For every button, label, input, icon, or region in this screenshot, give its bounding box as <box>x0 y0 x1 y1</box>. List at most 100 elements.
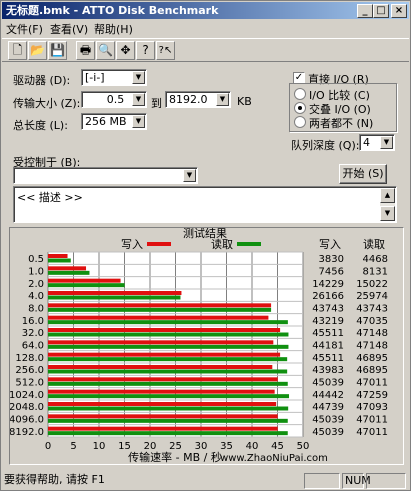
write-value: 44739 <box>312 402 344 413</box>
x-tick-label: 35 <box>220 441 233 452</box>
watermark-text: www.ZhaoNiuPai.com <box>220 453 328 464</box>
y-tick-label: 2048.0 <box>10 402 44 413</box>
x-tick-label: 50 <box>297 441 310 452</box>
menu-view[interactable]: 查看(V) <box>50 21 88 37</box>
write-value: 44442 <box>312 390 344 401</box>
write-value: 45039 <box>312 415 344 426</box>
write-value: 45039 <box>312 378 344 389</box>
y-tick-label: 2.0 <box>28 279 44 290</box>
queue-depth-value: 4 <box>363 136 370 149</box>
start-button[interactable]: 开始 (S) <box>339 164 387 184</box>
chevron-down-icon[interactable]: ▼ <box>183 169 196 182</box>
write-value: 43219 <box>312 316 344 327</box>
read-bar <box>48 320 288 325</box>
read-bar <box>48 283 125 288</box>
write-value: 26166 <box>312 291 344 302</box>
read-bar <box>48 357 288 362</box>
read-bar <box>48 369 288 374</box>
transfer-to-label: 到 <box>151 97 162 110</box>
y-tick-label: 16.0 <box>22 316 44 327</box>
minimize-button[interactable]: _ <box>357 4 373 18</box>
read-bar <box>48 418 288 423</box>
read-bar <box>48 381 288 386</box>
status-num: NUM <box>342 473 371 489</box>
move-icon[interactable]: ✥ <box>116 41 135 60</box>
total-length-label: 总长度 (L): <box>13 119 68 132</box>
y-tick-label: 32.0 <box>22 328 44 339</box>
menu-bar: 文件(F) 查看(V) 帮助(H) <box>2 20 409 36</box>
transfer-to-value: 8192.0 <box>169 93 208 106</box>
chevron-down-icon[interactable]: ▼ <box>132 71 145 84</box>
write-bar <box>48 389 275 394</box>
queue-depth-select[interactable]: 4 ▼ <box>359 134 395 151</box>
read-value: 47011 <box>356 378 388 389</box>
print-icon[interactable]: 🖶 <box>76 41 95 60</box>
toolbar: 🗋 📂 💾 🖶 🔍 ✥ ? ?↖ <box>2 38 409 62</box>
write-bar <box>48 414 278 419</box>
total-length-select[interactable]: 256 MB ▼ <box>81 113 147 130</box>
transfer-from-value: 0.5 <box>106 93 125 106</box>
status-bar: 要获得帮助, 请按 F1 NUM <box>2 471 409 490</box>
y-tick-label: 8.0 <box>28 304 44 315</box>
read-value: 15022 <box>356 279 388 290</box>
read-value: 47011 <box>356 427 388 438</box>
drive-label: 驱动器 (D): <box>13 74 71 87</box>
y-tick-label: 128.0 <box>15 353 44 364</box>
print-preview-icon[interactable]: 🔍 <box>96 41 115 60</box>
drive-select[interactable]: [-i-] ▼ <box>81 69 147 86</box>
maximize-button[interactable]: □ <box>373 4 389 18</box>
neither-label[interactable]: 两者都不 (N) <box>309 115 373 131</box>
read-value: 4468 <box>363 254 388 265</box>
controlled-by-select[interactable]: ▼ <box>13 167 198 184</box>
menu-help[interactable]: 帮助(H) <box>94 21 133 37</box>
write-value: 7456 <box>319 267 344 278</box>
transfer-to-select[interactable]: 8192.0 ▼ <box>165 91 231 108</box>
read-value: 47259 <box>356 390 388 401</box>
scroll-up-icon[interactable]: ▲ <box>380 188 395 203</box>
open-icon[interactable]: 📂 <box>28 41 47 60</box>
results-chart: 测试结果 写入 读取 写入 读取 0.51.02.04.08.016.032.0… <box>9 227 388 464</box>
close-button[interactable]: × <box>391 4 407 18</box>
chevron-down-icon[interactable]: ▼ <box>380 136 393 149</box>
neither-radio[interactable] <box>294 116 306 128</box>
read-value: 25974 <box>356 291 388 302</box>
write-bar <box>48 365 273 369</box>
chevron-down-icon[interactable]: ▼ <box>132 93 145 106</box>
write-bar <box>48 315 269 320</box>
chevron-down-icon[interactable]: ▼ <box>216 93 229 106</box>
y-tick-label: 1024.0 <box>10 390 44 401</box>
menu-file[interactable]: 文件(F) <box>6 21 43 37</box>
drive-value: [-i-] <box>85 71 105 84</box>
read-bar <box>48 394 290 399</box>
read-value: 43743 <box>356 304 388 315</box>
help-icon[interactable]: ? <box>136 41 155 60</box>
title-bar[interactable]: 无标题.bmk - ATTO Disk Benchmark _ □ × <box>2 2 409 19</box>
write-bar <box>48 254 68 258</box>
x-tick-label: 0 <box>45 441 51 452</box>
write-bar <box>48 352 281 357</box>
new-icon[interactable]: 🗋 <box>8 41 27 60</box>
description-field[interactable]: << 描述 >> ▲ ▼ <box>13 186 397 223</box>
window-title: 无标题.bmk - ATTO Disk Benchmark <box>6 4 219 17</box>
read-bar <box>48 295 181 300</box>
read-bar <box>48 258 71 263</box>
overlapped-io-radio[interactable] <box>294 102 306 114</box>
context-help-icon[interactable]: ?↖ <box>156 41 175 60</box>
app-window: 无标题.bmk - ATTO Disk Benchmark _ □ × 文件(F… <box>0 0 411 491</box>
read-value: 47011 <box>356 415 388 426</box>
description-scrollbar[interactable]: ▲ ▼ <box>380 188 395 221</box>
write-bar <box>48 377 278 382</box>
write-value: 43983 <box>312 365 344 376</box>
write-value: 45511 <box>312 353 344 364</box>
y-tick-label: 8192.0 <box>10 427 44 438</box>
write-bar <box>48 340 274 345</box>
read-bar <box>48 307 272 312</box>
scroll-down-icon[interactable]: ▼ <box>380 206 395 221</box>
x-tick-label: 10 <box>93 441 106 452</box>
io-compare-radio[interactable] <box>294 88 306 100</box>
transfer-from-select[interactable]: 0.5 ▼ <box>81 91 147 108</box>
save-icon[interactable]: 💾 <box>48 41 67 60</box>
chevron-down-icon[interactable]: ▼ <box>132 115 145 128</box>
x-tick-label: 45 <box>271 441 284 452</box>
write-legend-label: 写入 <box>121 238 143 251</box>
